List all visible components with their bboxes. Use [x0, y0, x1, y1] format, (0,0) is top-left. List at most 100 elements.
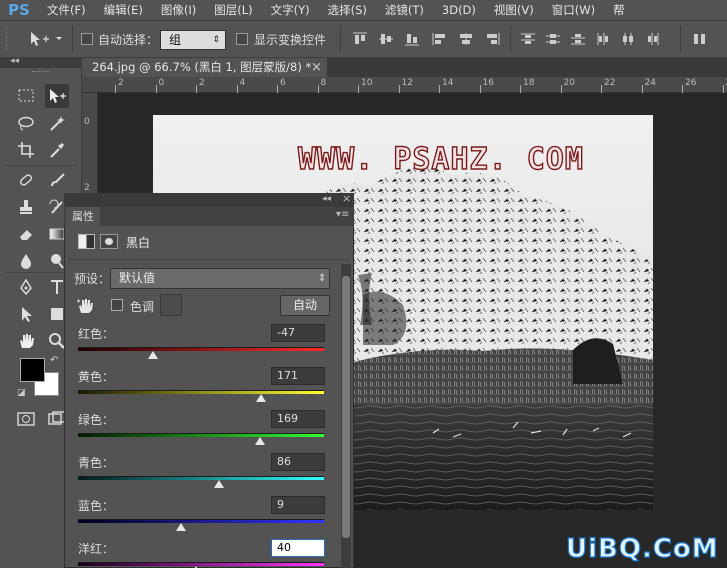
brush-tool-icon[interactable] — [45, 168, 69, 192]
ruler-tick-label: 12 — [401, 78, 413, 88]
slider-label: 蓝色： — [78, 499, 115, 513]
document-tab[interactable]: 264.jpg @ 66.7% (黑白 1, 图层蒙版/8) * — [82, 58, 327, 77]
collapse-panel-icon[interactable]: ◂◂ — [322, 194, 331, 204]
slider-value-input[interactable]: 40 — [271, 539, 325, 557]
distribute-hcenter-icon[interactable] — [620, 32, 636, 46]
ruler-tick — [398, 85, 400, 93]
options-bar: 自动选择： 组 ⇕ 显示变换控件 — [0, 20, 727, 58]
preset-select[interactable]: 默认值 — [110, 268, 330, 289]
slider-thumb[interactable] — [175, 523, 186, 531]
ruler-tick — [155, 85, 157, 93]
menu-3d[interactable]: 3D(D) — [433, 3, 485, 17]
slider-thumb[interactable] — [255, 394, 266, 402]
menu-filter[interactable]: 滤镜(T) — [376, 2, 433, 18]
collapse-panel-icon[interactable]: ◂◂ — [10, 56, 19, 66]
properties-tab[interactable]: 属性 — [66, 207, 100, 226]
pen-tool-icon[interactable] — [14, 275, 38, 299]
auto-button[interactable]: 自动 — [280, 295, 330, 316]
auto-align-icon[interactable] — [692, 32, 708, 46]
ruler-tick — [236, 85, 238, 93]
properties-panel-titlebar[interactable]: ◂◂ × — [64, 192, 354, 207]
default-colors-icon[interactable]: ◪ — [17, 388, 26, 398]
align-vcenter-icon[interactable] — [378, 32, 394, 46]
panel-menu-icon[interactable]: ▾≡ — [336, 209, 349, 220]
align-bottom-icon[interactable] — [404, 32, 420, 46]
menu-layer[interactable]: 图层(L) — [205, 2, 261, 18]
align-right-icon[interactable] — [484, 32, 500, 46]
tint-color-swatch[interactable] — [160, 294, 182, 316]
menu-file[interactable]: 文件(F) — [38, 2, 95, 18]
align-hcenter-icon[interactable] — [458, 32, 474, 46]
slider-thumb[interactable] — [213, 480, 224, 488]
path-selection-icon[interactable] — [14, 302, 38, 326]
distribute-vcenter-icon[interactable] — [545, 32, 561, 46]
blur-tool-icon[interactable] — [14, 249, 38, 273]
properties-scrollbar-thumb[interactable] — [342, 276, 350, 538]
distribute-left-icon[interactable] — [595, 32, 611, 46]
preset-label: 预设： — [74, 272, 111, 286]
auto-select-target-select[interactable]: 组 ⇕ — [160, 30, 226, 50]
slider-track[interactable] — [78, 519, 324, 523]
ruler-tick-label: 10 — [361, 78, 373, 88]
menu-window[interactable]: 窗口(W) — [543, 2, 604, 18]
slider-value-input[interactable]: 171 — [271, 367, 325, 385]
ruler-tick-label: 20 — [563, 78, 575, 88]
slider-track[interactable] — [78, 433, 324, 437]
menu-type[interactable]: 文字(Y) — [262, 2, 319, 18]
targeted-adjustment-hand-icon[interactable] — [76, 297, 96, 315]
slider-value-input[interactable]: 9 — [271, 496, 325, 514]
ruler-tick-label: 8 — [320, 78, 327, 88]
lasso-tool-icon[interactable] — [14, 111, 38, 135]
move-tool-icon[interactable] — [45, 84, 69, 108]
auto-select-checkbox[interactable] — [81, 33, 93, 45]
options-divider — [340, 26, 341, 52]
close-panel-icon[interactable]: × — [342, 192, 351, 205]
slider-label: 洋红： — [78, 542, 115, 556]
align-buttons-group — [352, 32, 420, 46]
tint-checkbox[interactable] — [111, 299, 123, 311]
slider-label: 红色： — [78, 327, 115, 341]
menu-help[interactable]: 帮 — [604, 2, 634, 18]
distribute-top-icon[interactable] — [520, 32, 536, 46]
slider-track[interactable] — [78, 347, 324, 351]
menu-view[interactable]: 视图(V) — [485, 2, 543, 18]
slider-thumb[interactable] — [148, 351, 159, 359]
watermark-text: WWW. PSAHZ. COM — [297, 141, 584, 177]
slider-value-input[interactable]: -47 — [271, 324, 325, 342]
site-watermark: UiBQ.CoM — [565, 533, 719, 564]
menu-edit[interactable]: 编辑(E) — [95, 2, 152, 18]
slider-track[interactable] — [78, 390, 324, 394]
quick-mask-icon[interactable] — [14, 407, 38, 431]
distribute-bottom-icon[interactable] — [570, 32, 586, 46]
magic-wand-icon[interactable] — [45, 111, 69, 135]
move-tool-preset-icon[interactable] — [28, 30, 64, 51]
align-top-icon[interactable] — [352, 32, 368, 46]
crop-tool-icon[interactable] — [14, 138, 38, 162]
ruler-tick — [439, 85, 440, 93]
align-left-icon[interactable] — [432, 32, 448, 46]
ruler-tick — [358, 85, 359, 93]
hand-tool-icon[interactable] — [14, 329, 38, 353]
healing-brush-icon[interactable] — [14, 168, 38, 192]
slider-value-input[interactable]: 169 — [271, 410, 325, 428]
close-tab-icon[interactable]: × — [311, 58, 325, 77]
adjustment-icon[interactable] — [78, 234, 95, 249]
slider-value-input[interactable]: 86 — [271, 453, 325, 471]
ruler-tick — [641, 85, 643, 93]
updown-arrow-icon: ⇕ — [318, 273, 327, 284]
slider-thumb[interactable] — [254, 437, 265, 445]
distribute-right-icon[interactable] — [645, 32, 661, 46]
slider-track[interactable] — [78, 476, 324, 480]
properties-tab-bar: ▾≡ — [64, 207, 354, 226]
menu-select[interactable]: 选择(S) — [319, 2, 376, 18]
menu-image[interactable]: 图像(I) — [152, 2, 205, 18]
eyedropper-tool-icon[interactable] — [45, 138, 69, 162]
swap-colors-icon[interactable]: ↶ — [50, 355, 58, 366]
show-transform-checkbox[interactable] — [236, 33, 248, 45]
foreground-color-front[interactable] — [20, 358, 45, 382]
layer-mask-icon[interactable] — [100, 234, 118, 249]
clone-stamp-icon[interactable] — [14, 195, 38, 219]
ruler-tick — [682, 85, 683, 93]
marquee-tool-icon[interactable] — [14, 84, 38, 108]
eraser-tool-icon[interactable] — [14, 222, 38, 246]
